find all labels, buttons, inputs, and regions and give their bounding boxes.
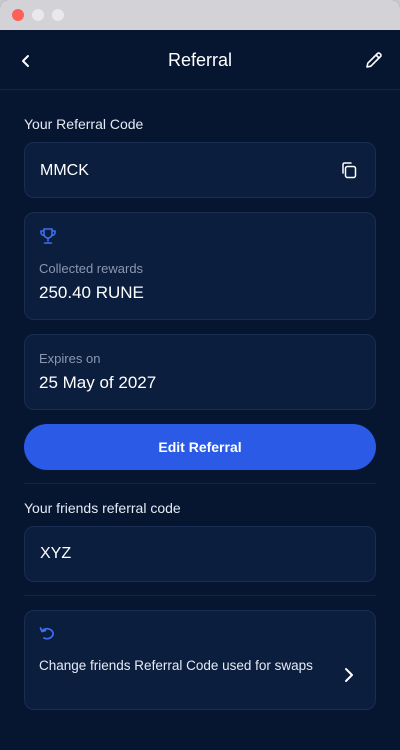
rewards-label: Collected rewards <box>39 261 144 276</box>
expiry-card: Expires on 25 May of 2027 <box>24 334 376 410</box>
change-friends-code-label: Change friends Referral Code used for sw… <box>39 658 313 673</box>
copy-button[interactable] <box>339 160 361 182</box>
friends-code-label: Your friends referral code <box>24 500 181 516</box>
change-friends-code-item[interactable]: Change friends Referral Code used for sw… <box>24 610 376 710</box>
referral-code-card: MMCK <box>24 142 376 198</box>
copy-icon <box>342 162 357 179</box>
maximize-window-dot[interactable] <box>52 9 64 21</box>
trophy-icon <box>40 228 56 244</box>
rewards-card: Collected rewards 250.40 RUNE <box>24 212 376 320</box>
minimize-window-dot[interactable] <box>32 9 44 21</box>
section-divider <box>24 483 376 484</box>
friends-code-value: XYZ <box>40 545 72 562</box>
expires-value: 25 May of 2027 <box>39 373 157 392</box>
window-titlebar <box>0 0 400 30</box>
undo-icon <box>39 627 54 640</box>
referral-code-label: Your Referral Code <box>24 116 144 132</box>
referral-code-value: MMCK <box>40 162 89 179</box>
edit-referral-button[interactable]: Edit Referral <box>24 424 376 470</box>
close-window-dot[interactable] <box>12 9 24 21</box>
expires-label: Expires on <box>39 351 101 366</box>
pencil-icon <box>366 52 382 68</box>
section-divider <box>24 595 376 596</box>
edit-button[interactable] <box>362 48 386 72</box>
friends-code-card: XYZ <box>24 526 376 582</box>
app-header: Referral <box>0 30 400 90</box>
rewards-value: 250.40 RUNE <box>39 283 144 302</box>
app-window: Referral Your Referral Code MMCK Collect… <box>0 0 400 750</box>
chevron-right-icon <box>345 668 353 682</box>
page-title: Referral <box>167 50 233 70</box>
